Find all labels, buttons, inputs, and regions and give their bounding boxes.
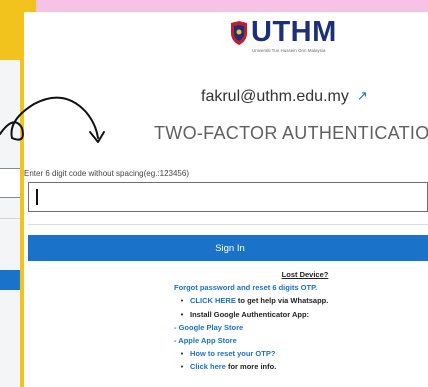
page-title: TWO-FACTOR AUTHENTICATION <box>154 123 428 143</box>
background-divider-edge <box>0 218 22 219</box>
background-button-edge <box>0 270 22 290</box>
sign-in-button[interactable]: Sign In <box>28 235 428 261</box>
apple-app-store-link[interactable]: - Apple App Store <box>174 334 394 347</box>
background-window-left <box>0 60 22 387</box>
divider <box>28 224 428 225</box>
whatsapp-help-link[interactable]: CLICK HERE <box>190 296 236 305</box>
more-info-link[interactable]: Click here <box>190 362 226 371</box>
account-email-row: fakrul@uthm.edu.my ↗ <box>201 88 368 106</box>
install-authenticator-text: Install Google Authenticator App: <box>190 309 310 319</box>
text-caret <box>36 189 38 205</box>
background-input-edge <box>0 168 22 198</box>
whatsapp-help-text: to get help via Whatsapp. <box>235 296 329 306</box>
uthm-crest-icon <box>231 21 247 45</box>
two-factor-card: UTHM Universiti Tun Hussein Onn Malaysia… <box>20 12 428 387</box>
edit-icon[interactable]: ↗ <box>357 88 368 104</box>
bullet-icon: • <box>180 296 184 306</box>
list-item: • How to reset your OTP? <box>174 347 394 360</box>
logo-wordmark: UTHM <box>251 16 337 48</box>
otp-field-label: Enter 6 digit code without spacing(eg.:1… <box>24 169 189 178</box>
bullet-icon: • <box>180 309 184 319</box>
reset-otp-link[interactable]: How to reset your OTP? <box>190 349 275 358</box>
bullet-icon: • <box>180 362 184 372</box>
account-email: fakrul@uthm.edu.my <box>201 88 349 105</box>
list-item: • CLICK HERE to get help via Whatsapp. <box>174 294 394 307</box>
uthm-logo: UTHM Universiti Tun Hussein Onn Malaysia <box>229 16 339 56</box>
forgot-password-link[interactable]: Forgot password and reset 6 digits OTP. <box>174 281 394 294</box>
bullet-icon: • <box>180 349 184 359</box>
google-play-store-link[interactable]: - Google Play Store <box>174 321 394 334</box>
logo-subtitle: Universiti Tun Hussein Onn Malaysia <box>252 48 326 53</box>
more-info-text: for more info. <box>225 362 277 372</box>
help-section: Lost Device? Forgot password and reset 6… <box>174 268 394 374</box>
list-item: • Click here for more info. <box>174 360 394 373</box>
lost-device-title: Lost Device? <box>281 270 329 279</box>
otp-input[interactable] <box>28 182 428 212</box>
list-item: • Install Google Authenticator App: <box>174 308 394 321</box>
